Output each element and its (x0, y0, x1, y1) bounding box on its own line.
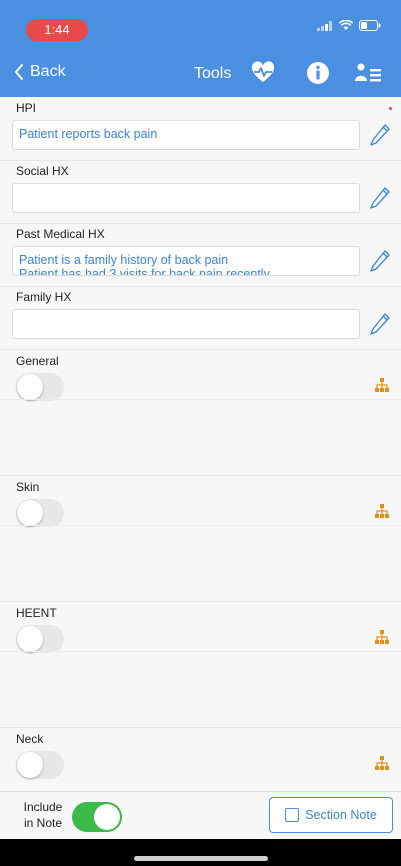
chevron-left-icon (15, 64, 23, 80)
info-icon[interactable] (305, 60, 331, 86)
section-heent-body (0, 651, 401, 652)
past-medical-hx-label: Past Medical HX (16, 227, 105, 241)
toggle-knob (17, 626, 43, 652)
family-hx-value (13, 310, 359, 316)
section-note-label: Section Note (305, 808, 377, 822)
battery-icon (359, 20, 381, 31)
family-hx-field: Family HX (0, 286, 401, 350)
section-heent-toggle[interactable] (16, 625, 64, 653)
include-in-note-toggle[interactable] (72, 802, 122, 832)
bottom-bar: Include in Note Section Note (0, 791, 401, 840)
toggle-knob (17, 500, 43, 526)
tools-button[interactable]: Tools (194, 65, 231, 83)
social-hx-pencil-icon[interactable] (369, 186, 391, 210)
back-label: Back (30, 63, 66, 80)
social-hx-label: Social HX (16, 164, 69, 178)
home-area (0, 839, 401, 866)
family-hx-label: Family HX (16, 290, 72, 304)
checkbox-icon (285, 808, 300, 822)
hierarchy-icon[interactable] (375, 504, 389, 518)
social-hx-field: Social HX (0, 160, 401, 224)
past-medical-hx-value-line2: Patient has had 3 visits for back pain r… (19, 267, 270, 276)
status-time: 1:44 (26, 19, 88, 41)
required-dot (389, 107, 392, 110)
wifi-icon (339, 20, 353, 30)
section-neck-toggle[interactable] (16, 751, 64, 779)
history-form: HPI Patient reports back pain Social HX … (0, 97, 401, 791)
section-general-toggle[interactable] (16, 373, 64, 401)
patient-list-icon[interactable] (354, 60, 384, 86)
app-header: 1:44 Back Tools (0, 0, 401, 97)
section-heent: HEENT (0, 601, 401, 728)
status-icons (317, 20, 381, 31)
hierarchy-icon[interactable] (375, 630, 389, 644)
family-hx-input[interactable] (12, 309, 360, 339)
hpi-pencil-icon[interactable] (369, 123, 391, 147)
social-hx-value (13, 184, 359, 190)
section-skin-toggle[interactable] (16, 499, 64, 527)
toggle-knob (17, 752, 43, 778)
heart-pulse-icon[interactable] (250, 60, 276, 86)
section-skin-body (0, 525, 401, 526)
hpi-field: HPI Patient reports back pain (0, 97, 401, 161)
hierarchy-icon[interactable] (375, 378, 389, 392)
toggle-knob (17, 374, 43, 400)
section-neck: Neck (0, 727, 401, 791)
section-skin-label: Skin (16, 480, 40, 494)
section-general: General (0, 349, 401, 476)
family-hx-pencil-icon[interactable] (369, 312, 391, 336)
section-note-button[interactable]: Section Note (269, 797, 393, 833)
hpi-input[interactable]: Patient reports back pain (12, 120, 360, 150)
home-indicator[interactable] (134, 856, 268, 861)
past-medical-hx-field: Past Medical HX Patient is a family hist… (0, 223, 401, 287)
toggle-knob (94, 804, 120, 830)
social-hx-input[interactable] (12, 183, 360, 213)
past-medical-hx-value: Patient is a family history of back pain (19, 253, 229, 267)
include-in-note-label: Include in Note (23, 800, 63, 830)
section-neck-label: Neck (16, 732, 44, 746)
hpi-value: Patient reports back pain (19, 127, 158, 141)
back-button[interactable]: Back (14, 63, 66, 81)
section-general-label: General (16, 354, 59, 368)
section-heent-label: HEENT (16, 606, 57, 620)
hpi-label: HPI (16, 101, 37, 115)
section-general-body (0, 399, 401, 400)
past-medical-hx-pencil-icon[interactable] (369, 249, 391, 273)
section-skin: Skin (0, 475, 401, 602)
signal-icon (317, 20, 332, 31)
past-medical-hx-input[interactable]: Patient is a family history of back pain… (12, 246, 360, 276)
hierarchy-icon[interactable] (375, 756, 389, 770)
